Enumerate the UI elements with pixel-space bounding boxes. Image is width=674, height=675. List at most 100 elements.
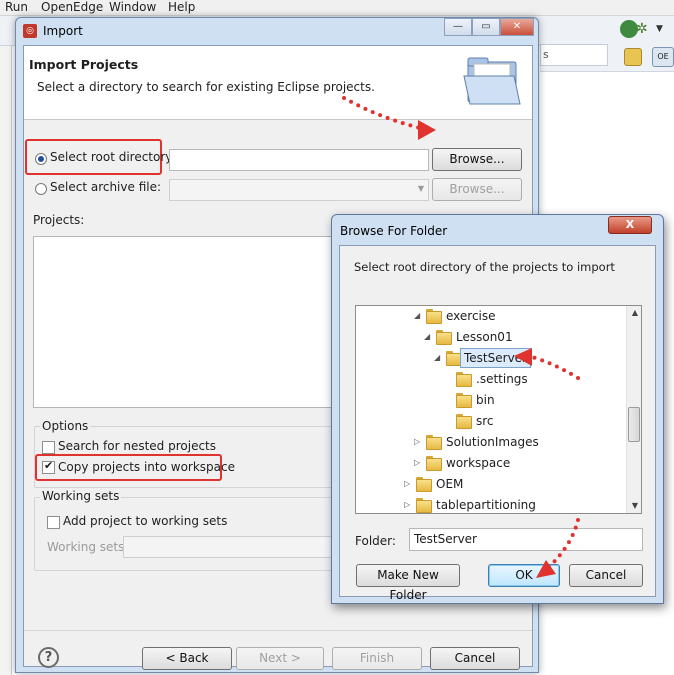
tree-item-label: .settings [476, 372, 528, 386]
tree-item-label: OEM [436, 477, 464, 491]
tree-item-label: SolutionImages [446, 435, 539, 449]
root-directory-label: Select root directory: [50, 150, 176, 164]
close-icon[interactable]: ✕ [500, 18, 534, 36]
eclipse-app-icon: ◎ [23, 24, 37, 38]
tree-item-label: workspace [446, 456, 511, 470]
openedge-perspective-icon[interactable]: OE [652, 47, 674, 67]
tree-row[interactable]: ▷ SolutionImages [356, 432, 626, 452]
collapsed-triangle-icon[interactable]: ▷ [414, 438, 422, 446]
ok-button[interactable]: OK [488, 564, 560, 587]
tree-row[interactable]: .settings [356, 369, 626, 389]
tree-row[interactable]: bin [356, 390, 626, 410]
nested-projects-checkbox[interactable] [42, 441, 55, 454]
folder-label: Folder: [355, 534, 396, 548]
page-title: Import Projects [29, 57, 139, 72]
tree-row[interactable]: src [356, 411, 626, 431]
folder-icon [416, 477, 432, 492]
menu-run[interactable]: Run [5, 0, 28, 14]
folder-icon [436, 330, 452, 345]
folder-icon [426, 456, 442, 471]
tree-item-label: tablepartitioning [436, 498, 536, 512]
tree-item-label-selected: TestServer [460, 348, 531, 368]
tree-row[interactable]: ▷ tablepartitioning [356, 495, 626, 513]
archive-file-combo[interactable]: ▼ [169, 179, 429, 201]
working-sets-combo[interactable] [123, 536, 333, 558]
open-folder-icon [463, 57, 521, 105]
quick-access-field[interactable]: s [540, 44, 608, 66]
folder-icon [456, 414, 472, 429]
projects-label: Projects: [33, 213, 85, 227]
back-button[interactable]: < Back [142, 647, 232, 670]
folder-tree[interactable]: ◢ exercise ◢ Lesson01 ◢ TestServer .sett… [355, 305, 642, 514]
tree-item-label: bin [476, 393, 495, 407]
root-directory-input[interactable] [169, 149, 429, 171]
menu-window[interactable]: Window [109, 0, 156, 14]
footer-separator [24, 630, 532, 631]
maximize-icon[interactable]: ▭ [472, 18, 500, 36]
tree-item-label: Lesson01 [456, 330, 513, 344]
browse-dialog-title: Browse For Folder [340, 224, 448, 238]
browse-folder-dialog: Browse For Folder X Select root director… [331, 214, 664, 604]
folder-icon [456, 372, 472, 387]
projects-list[interactable] [33, 236, 351, 408]
collapsed-triangle-icon[interactable]: ▷ [404, 480, 412, 488]
archive-file-label: Select archive file: [50, 180, 162, 194]
options-title: Options [40, 419, 91, 433]
help-icon[interactable]: ? [38, 647, 59, 668]
root-directory-radio[interactable] [35, 153, 47, 165]
menu-openedge[interactable]: OpenEdge [41, 0, 103, 14]
browse-instruction: Select root directory of the projects to… [354, 260, 615, 274]
page-description: Select a directory to search for existin… [37, 80, 375, 94]
open-perspective-icon[interactable] [624, 48, 642, 66]
collapsed-triangle-icon[interactable]: ▷ [414, 459, 422, 467]
add-working-sets-checkbox[interactable] [47, 516, 60, 529]
folder-input[interactable]: TestServer [409, 528, 643, 551]
wizard-banner: Import Projects Select a directory to se… [24, 46, 532, 120]
expanded-triangle-icon[interactable]: ◢ [414, 312, 422, 320]
chevron-down-icon: ▼ [417, 184, 424, 193]
tree-row[interactable]: ▷ OEM [356, 474, 626, 494]
expanded-triangle-icon[interactable]: ◢ [424, 333, 432, 341]
menu-help[interactable]: Help [168, 0, 195, 14]
copy-projects-label: Copy projects into workspace [58, 460, 236, 474]
working-sets-group [34, 497, 352, 571]
browse-root-button[interactable]: Browse... [432, 148, 522, 171]
nested-projects-label: Search for nested projects [58, 439, 217, 453]
finish-button[interactable]: Finish [332, 647, 422, 670]
tree-item-label: exercise [446, 309, 496, 323]
working-sets-label: Working sets: [47, 540, 129, 554]
collapsed-triangle-icon[interactable]: ▷ [404, 501, 412, 509]
folder-icon [426, 435, 442, 450]
make-new-folder-button[interactable]: Make New Folder [356, 564, 460, 602]
tree-row-selected[interactable]: ◢ TestServer [356, 348, 626, 368]
expanded-triangle-icon[interactable]: ◢ [434, 354, 442, 362]
next-button[interactable]: Next > [236, 647, 324, 670]
copy-projects-checkbox[interactable] [42, 459, 55, 474]
folder-icon [416, 498, 432, 513]
browse-dialog-body: Select root directory of the projects to… [339, 245, 656, 602]
archive-file-radio[interactable] [35, 183, 47, 195]
scroll-up-icon[interactable]: ▲ [627, 306, 641, 320]
import-title-bar[interactable]: ◎ Import — ▭ ✕ [16, 18, 538, 45]
bug-icon[interactable]: ✲ [636, 21, 648, 37]
menu-bar: Run OpenEdge Window Help [0, 0, 674, 16]
import-dialog-title: Import [43, 24, 83, 38]
folder-icon [456, 393, 472, 408]
working-sets-title: Working sets [40, 489, 122, 503]
dropdown-arrow-icon[interactable]: ▼ [656, 24, 663, 34]
scroll-down-icon[interactable]: ▼ [627, 499, 641, 513]
browse-cancel-button[interactable]: Cancel [569, 564, 643, 587]
folder-icon [426, 309, 442, 324]
left-view-strip [0, 46, 12, 675]
browse-archive-button[interactable]: Browse... [432, 178, 522, 201]
scroll-thumb[interactable] [628, 407, 640, 442]
add-working-sets-label: Add project to working sets [63, 514, 228, 528]
tree-row[interactable]: ▷ workspace [356, 453, 626, 473]
cancel-button[interactable]: Cancel [430, 647, 520, 670]
folder-icon [446, 351, 462, 366]
tree-item-label: src [476, 414, 494, 428]
tree-row[interactable]: ◢ Lesson01 [356, 327, 626, 347]
tree-row[interactable]: ◢ exercise [356, 306, 626, 326]
browse-close-button[interactable]: X [608, 216, 652, 234]
minimize-icon[interactable]: — [444, 18, 472, 36]
